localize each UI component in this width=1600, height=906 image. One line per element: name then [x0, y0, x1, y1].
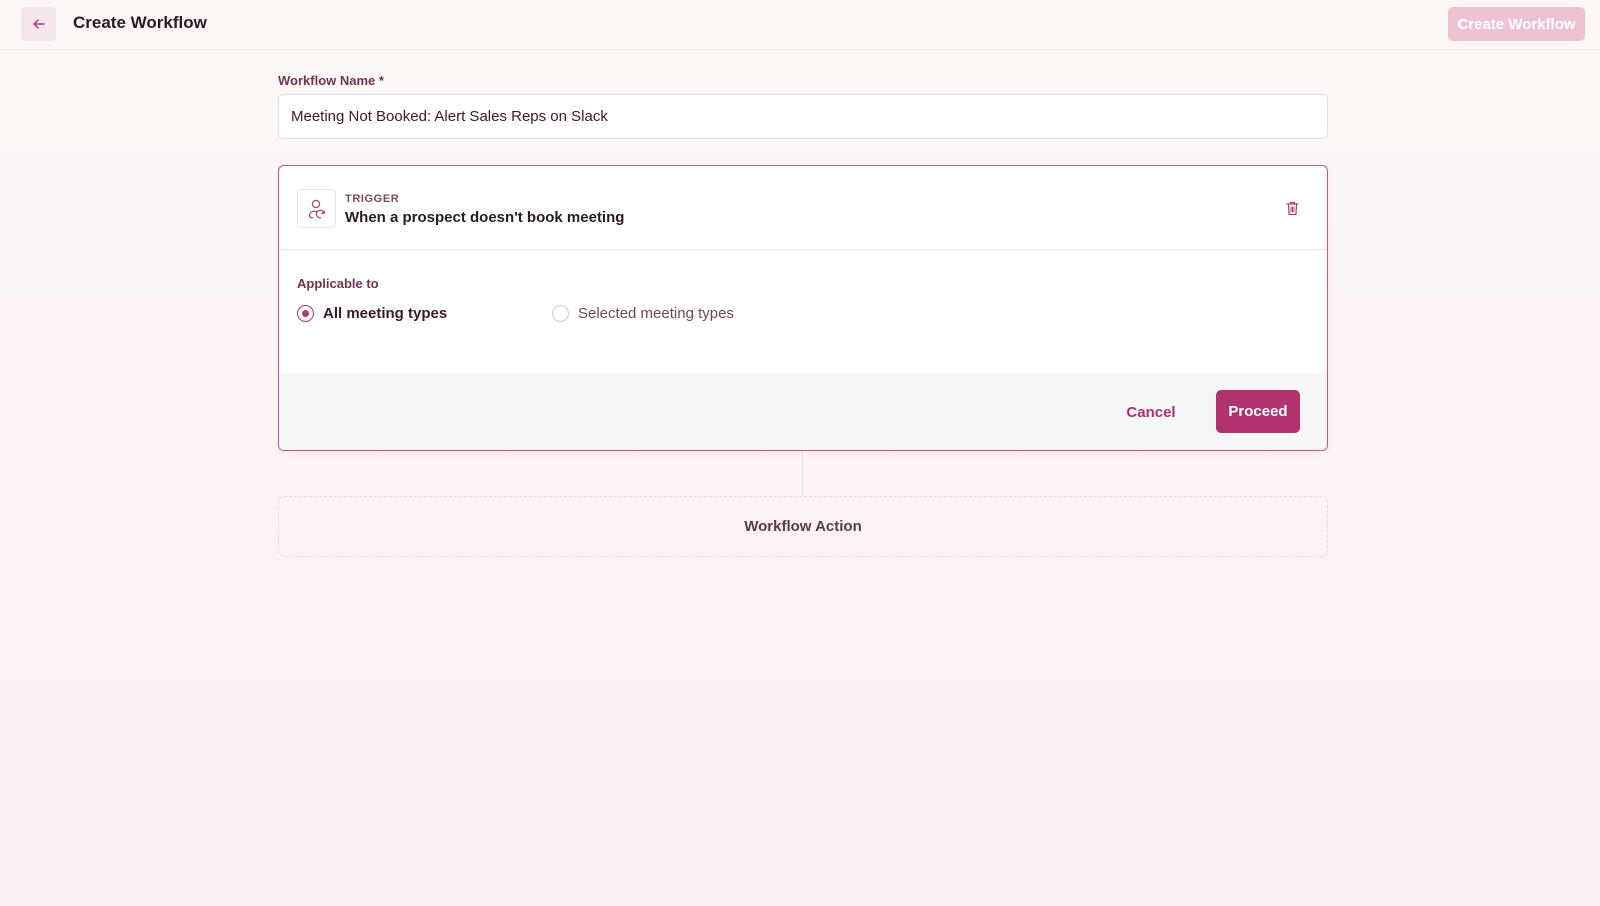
radio-dot [302, 309, 309, 317]
radio-button-unchecked[interactable] [552, 304, 569, 322]
workflow-name-label: Workflow Name * [278, 73, 384, 88]
trigger-footer: Cancel Proceed [279, 373, 1327, 450]
delete-trigger-button[interactable] [1282, 198, 1302, 218]
trigger-kicker: TRIGGER [345, 193, 400, 205]
user-sync-icon [308, 199, 325, 218]
arrow-left-icon [32, 19, 45, 29]
page-title: Create Workflow [73, 13, 207, 32]
workflow-action-placeholder[interactable]: Workflow Action [278, 496, 1328, 557]
trigger-card: TRIGGER When a prospect doesn't book mee… [278, 165, 1328, 451]
radio-label: All meeting types [323, 304, 448, 322]
trigger-title: When a prospect doesn't book meeting [345, 209, 625, 226]
workflow-action-label: Workflow Action [744, 518, 862, 535]
radio-button-checked[interactable] [297, 304, 314, 322]
trash-icon [1285, 201, 1299, 215]
trigger-header: TRIGGER When a prospect doesn't book mee… [279, 166, 1327, 250]
back-button[interactable] [21, 7, 56, 41]
trigger-icon-box [297, 189, 336, 228]
cancel-button[interactable]: Cancel [1116, 397, 1186, 427]
workflow-name-input[interactable] [278, 94, 1328, 139]
proceed-button[interactable]: Proceed [1216, 390, 1300, 433]
top-bar: Create Workflow Create Workflow [0, 0, 1600, 50]
radio-label: Selected meeting types [578, 304, 734, 322]
flow-connector-line [802, 451, 803, 496]
radio-all-meeting-types[interactable]: All meeting types [297, 302, 447, 324]
applicable-to-label: Applicable to [297, 276, 379, 291]
create-workflow-button[interactable]: Create Workflow [1448, 7, 1585, 41]
radio-selected-meeting-types[interactable]: Selected meeting types [552, 302, 734, 324]
